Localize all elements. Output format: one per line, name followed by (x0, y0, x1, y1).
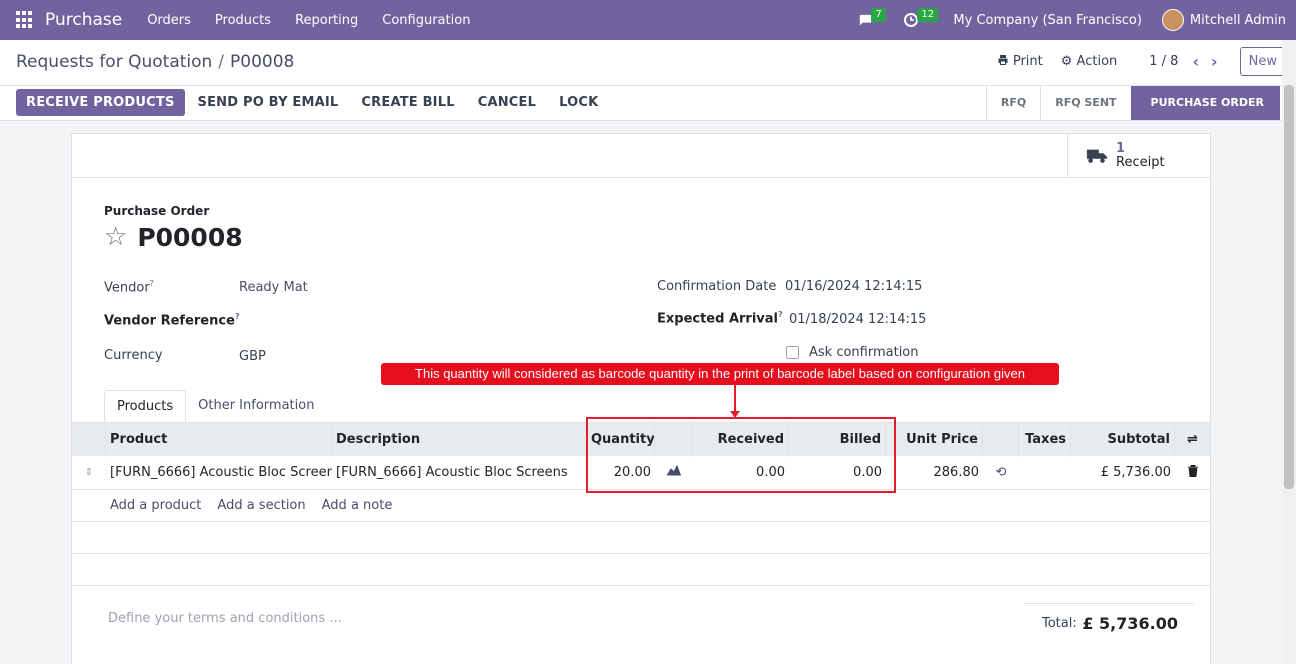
expected-arrival-label: Expected Arrival? (657, 310, 783, 327)
currency-label: Currency (104, 348, 163, 363)
truck-icon (1086, 149, 1108, 163)
control-panel: Requests for Quotation / P00008 Print ⚙ Ac… (0, 40, 1296, 86)
menu-configuration[interactable]: Configuration (382, 13, 470, 28)
menu-orders[interactable]: Orders (147, 13, 191, 28)
star-icon[interactable]: ☆ (104, 222, 127, 252)
send-po-by-email-button[interactable]: SEND PO BY EMAIL (198, 95, 339, 110)
cell-product[interactable]: [FURN_6666] Acoustic Bloc Screens (106, 465, 332, 480)
activities-badge: 12 (917, 8, 939, 22)
terms-input[interactable]: Define your terms and conditions ... (108, 611, 342, 626)
annotation-callout: This quantity will considered as barcode… (381, 363, 1059, 385)
breadcrumb-current: P00008 (230, 52, 295, 72)
header-description[interactable]: Description (332, 422, 587, 457)
confirmation-date-label: Confirmation Date (657, 279, 777, 294)
cell-unit-price[interactable]: 286.80 (886, 465, 983, 480)
form-sheet: 1 Receipt Purchase Order ☆ P00008 Vendor… (71, 133, 1211, 664)
confirmation-date-field[interactable]: 01/16/2024 12:14:15 (785, 279, 922, 294)
app-name[interactable]: Purchase (45, 10, 122, 30)
action-label: Action (1076, 54, 1118, 69)
receive-products-button[interactable]: RECEIVE PRODUCTS (16, 89, 185, 116)
add-line-row: Add a product Add a section Add a note (72, 490, 1210, 522)
stage-rfq[interactable]: RFQ (985, 86, 1040, 120)
stage-purchase-order[interactable]: PURCHASE ORDER (1130, 86, 1280, 120)
page-title: ☆ P00008 (104, 222, 243, 252)
messages-button[interactable]: 7 (857, 0, 887, 40)
breadcrumb: Requests for Quotation / P00008 (16, 52, 294, 72)
status-stages: RFQ RFQ SENT PURCHASE ORDER (985, 86, 1280, 120)
pager-value[interactable]: 1 / 8 (1149, 54, 1178, 69)
vendor-reference-label: Vendor Reference? (104, 312, 240, 329)
create-bill-button[interactable]: CREATE BILL (361, 95, 454, 110)
notebook-tabs: Products Other Information (104, 390, 326, 423)
order-type-label: Purchase Order (104, 204, 210, 218)
status-bar: RECEIVE PRODUCTS SEND PO BY EMAIL CREATE… (0, 86, 1296, 121)
vendor-label: Vendor? (104, 279, 154, 296)
breadcrumb-parent[interactable]: Requests for Quotation (16, 52, 212, 72)
tab-other-information[interactable]: Other Information (186, 390, 326, 423)
messages-badge: 7 (871, 8, 886, 22)
action-button[interactable]: ⚙ Action (1061, 54, 1118, 69)
currency-field[interactable]: GBP (239, 349, 266, 364)
add-product-link[interactable]: Add a product (110, 498, 201, 513)
cancel-button[interactable]: CANCEL (478, 95, 536, 110)
cell-subtotal: £ 5,736.00 (1100, 465, 1171, 480)
annotation-highlight-box (586, 417, 896, 493)
column-settings-icon[interactable]: ⇌ (1175, 432, 1210, 447)
total-label: Total: (1042, 616, 1077, 631)
gear-icon: ⚙ (1060, 54, 1073, 69)
pager-previous-icon[interactable]: ‹ (1192, 52, 1199, 71)
lock-button[interactable]: LOCK (559, 95, 598, 110)
total-box: Total: £ 5,736.00 (1024, 603, 1194, 633)
company-switcher[interactable]: My Company (San Francisco) (953, 13, 1141, 28)
receipt-label: Receipt (1116, 155, 1165, 170)
stage-rfq-sent[interactable]: RFQ SENT (1040, 86, 1130, 120)
total-value: £ 5,736.00 (1082, 614, 1178, 633)
user-avatar[interactable] (1161, 9, 1184, 31)
trash-icon[interactable] (1175, 464, 1210, 481)
scrollbar-thumb[interactable] (1284, 85, 1294, 489)
print-button[interactable]: Print (997, 54, 1043, 69)
apps-menu-icon[interactable] (16, 11, 34, 29)
ask-confirmation-label: Ask confirmation (809, 345, 919, 360)
tab-products[interactable]: Products (104, 390, 187, 423)
add-note-link[interactable]: Add a note (322, 498, 393, 513)
scrollbar[interactable] (1282, 40, 1296, 664)
add-section-link[interactable]: Add a section (217, 498, 305, 513)
header-taxes[interactable]: Taxes (1019, 422, 1071, 457)
pager-next-icon[interactable]: › (1211, 52, 1218, 71)
vendor-field[interactable]: Ready Mat (239, 280, 308, 295)
print-label: Print (1012, 54, 1043, 69)
receipt-smart-button[interactable]: 1 Receipt (1067, 134, 1210, 178)
header-unit-price[interactable]: Unit Price (886, 422, 983, 457)
new-button[interactable]: New (1239, 47, 1286, 76)
order-name: P00008 (137, 222, 243, 252)
menu-reporting[interactable]: Reporting (295, 13, 358, 28)
drag-handle-icon[interactable]: ⇕ (72, 467, 106, 478)
receipt-count: 1 (1116, 141, 1126, 156)
printer-icon (998, 55, 1008, 65)
breadcrumb-separator: / (218, 52, 225, 72)
cell-description[interactable]: [FURN_6666] Acoustic Bloc Screens (332, 465, 587, 480)
annotation-arrow (734, 385, 736, 413)
button-box: 1 Receipt (72, 134, 1210, 178)
user-menu[interactable]: Mitchell Admin (1190, 13, 1286, 28)
top-navbar: Purchase Orders Products Reporting Confi… (0, 0, 1296, 40)
header-subtotal[interactable]: Subtotal (1071, 422, 1175, 457)
reset-price-icon[interactable]: ⟲ (983, 465, 1019, 480)
activities-button[interactable]: 12 (903, 0, 939, 40)
menu-products[interactable]: Products (215, 13, 271, 28)
header-product[interactable]: Product (106, 422, 332, 457)
ask-confirmation-checkbox[interactable] (786, 346, 799, 359)
expected-arrival-field[interactable]: 01/18/2024 12:14:15 (789, 312, 926, 327)
